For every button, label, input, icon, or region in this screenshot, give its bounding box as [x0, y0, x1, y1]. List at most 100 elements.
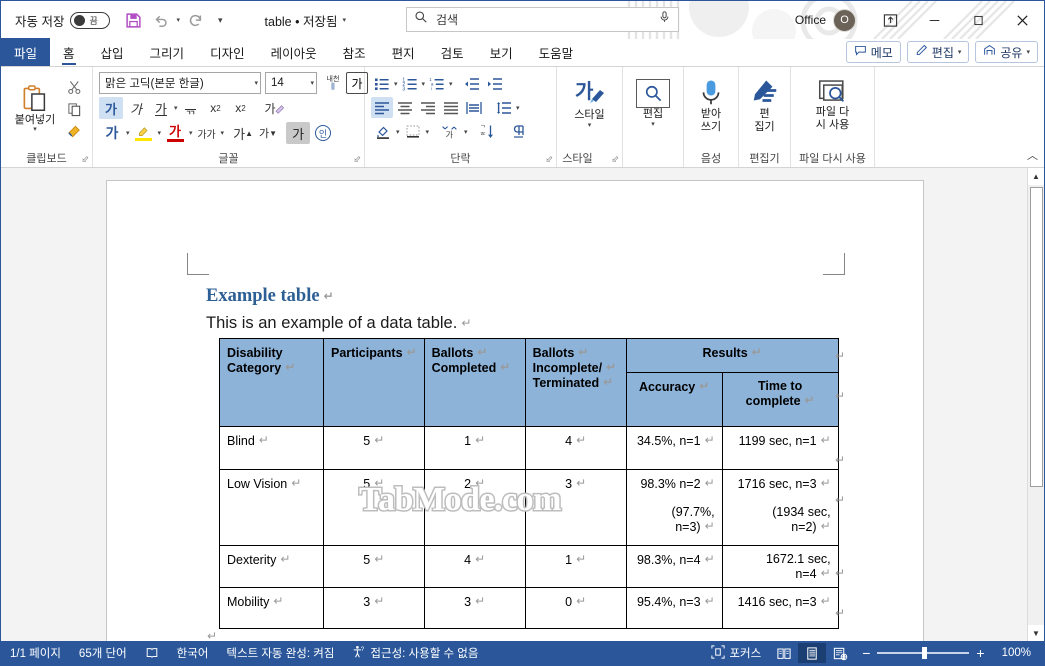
- highlight-chevron-down-icon[interactable]: ▾: [158, 129, 162, 137]
- page-indicator[interactable]: 1/1 페이지: [1, 645, 70, 661]
- styles-dialog-launcher-icon[interactable]: ⬃: [611, 154, 619, 165]
- table-row[interactable]: Low Vision ↵ 5 ↵ 2 ↵ 3 ↵ 98.3% n=2 ↵ (97.7%, …: [219, 469, 839, 546]
- font-size-combo[interactable]: 14 ▾: [265, 72, 317, 94]
- focus-mode-button[interactable]: 포커스: [702, 644, 770, 662]
- scroll-up-arrow-icon[interactable]: ▲: [1028, 168, 1044, 185]
- font-size-chevron-down-icon[interactable]: ▾: [310, 79, 314, 87]
- zoom-knob[interactable]: [922, 647, 928, 659]
- editing-chevron-down-icon[interactable]: ▾: [958, 48, 962, 56]
- paste-button[interactable]: 붙여넣기 ▾: [8, 81, 62, 135]
- copy-icon[interactable]: [63, 99, 85, 119]
- web-layout-icon[interactable]: [826, 643, 854, 663]
- tab-design[interactable]: 디자인: [197, 38, 258, 66]
- table-row[interactable]: Blind ↵ 5 ↵ 1 ↵ 4 ↵ 34.5%, n=1 ↵ 1199 sec, n=…: [219, 426, 839, 470]
- autosave-toggle[interactable]: 끔: [70, 11, 111, 29]
- tab-references[interactable]: 참조: [330, 38, 379, 66]
- word-count[interactable]: 65개 단어: [70, 645, 136, 661]
- save-icon[interactable]: [120, 7, 146, 33]
- bullets-chevron-down-icon[interactable]: ▾: [394, 80, 398, 88]
- tab-view[interactable]: 보기: [477, 38, 526, 66]
- zoom-slider[interactable]: − +: [854, 645, 992, 661]
- asian-layout-icon[interactable]: 가: [437, 121, 463, 142]
- multilevel-list-icon[interactable]: 1ai: [426, 73, 448, 94]
- data-table[interactable]: Disability Category ↵ Participants ↵ Ballo…: [219, 338, 839, 629]
- tab-help[interactable]: 도움말: [526, 38, 587, 66]
- proofing-icon[interactable]: [136, 646, 168, 660]
- align-right-icon[interactable]: [417, 97, 439, 118]
- tab-insert[interactable]: 삽입: [88, 38, 137, 66]
- avatar[interactable]: O: [833, 8, 856, 32]
- scroll-down-arrow-icon[interactable]: ▼: [1028, 625, 1044, 641]
- superscript-button[interactable]: x2: [229, 97, 253, 119]
- multilevel-chevron-down-icon[interactable]: ▾: [449, 80, 453, 88]
- enclose-character-button[interactable]: 인: [311, 122, 335, 144]
- numbering-chevron-down-icon[interactable]: ▾: [422, 80, 426, 88]
- tab-home[interactable]: 홈: [50, 38, 88, 66]
- decrease-indent-icon[interactable]: [461, 73, 483, 94]
- font-color-button[interactable]: 가: [162, 122, 188, 144]
- zoom-track[interactable]: [877, 647, 970, 659]
- table-row[interactable]: Mobility ↵ 3 ↵ 3 ↵ 0 ↵ 95.4%, n=3 ↵ 1416 sec,…: [219, 587, 839, 629]
- zoom-level[interactable]: 100%: [993, 647, 1040, 659]
- close-icon[interactable]: [1000, 1, 1044, 39]
- tab-layout[interactable]: 레이아웃: [258, 38, 330, 66]
- subscript-button[interactable]: x2: [204, 97, 228, 119]
- text-effects-chevron-down-icon[interactable]: ▾: [126, 129, 130, 137]
- underline-chevron-down-icon[interactable]: ▾: [174, 104, 178, 112]
- undo-icon[interactable]: [148, 7, 174, 33]
- zoom-out-button[interactable]: −: [862, 645, 870, 661]
- share-chevron-down-icon[interactable]: ▾: [1026, 48, 1030, 56]
- styles-chevron-down-icon[interactable]: ▾: [588, 122, 592, 130]
- collapse-ribbon-chevron-up-icon[interactable]: ︿: [1027, 147, 1038, 163]
- character-shading-chevron-down-icon[interactable]: ▾: [221, 129, 225, 137]
- zoom-in-button[interactable]: +: [976, 645, 984, 661]
- tab-review[interactable]: 검토: [428, 38, 477, 66]
- redo-icon[interactable]: [182, 7, 208, 33]
- font-name-combo[interactable]: 맑은 고딕(본문 한글) ▾: [99, 72, 261, 94]
- search-input[interactable]: 검색: [406, 7, 679, 32]
- comments-button[interactable]: 메모: [845, 41, 901, 63]
- highlight-button[interactable]: [131, 122, 157, 144]
- share-button[interactable]: 공유 ▾: [975, 41, 1038, 63]
- increase-indent-icon[interactable]: [484, 73, 506, 94]
- document-title-chevron-down-icon[interactable]: ▾: [342, 16, 346, 24]
- language-indicator[interactable]: 한국어: [168, 645, 218, 661]
- shrink-font-button[interactable]: 가 ▼: [256, 122, 280, 144]
- table-row[interactable]: Dexterity ↵ 5 ↵ 4 ↵ 1 ↵ 98.3%, n=4 ↵ 1672.1 s…: [219, 545, 839, 588]
- document-title[interactable]: table • 저장됨 ▾: [265, 11, 346, 30]
- align-left-icon[interactable]: [371, 97, 393, 118]
- bullet-list-icon[interactable]: [371, 73, 393, 94]
- change-case-button[interactable]: 가: [286, 122, 311, 144]
- line-spacing-chevron-down-icon[interactable]: ▾: [516, 104, 520, 112]
- minimize-icon[interactable]: [912, 1, 956, 39]
- phonetic-guide-button[interactable]: 내천 ⫼: [321, 72, 345, 94]
- document-page[interactable]: Example table ↵ This is an example of a d…: [106, 180, 924, 641]
- borders-icon[interactable]: [401, 121, 425, 142]
- justify-icon[interactable]: [440, 97, 462, 118]
- font-name-chevron-down-icon[interactable]: ▾: [254, 79, 258, 87]
- font-color-chevron-down-icon[interactable]: ▾: [189, 129, 193, 137]
- editing-group-chevron-down-icon[interactable]: ▾: [651, 121, 655, 129]
- ribbon-display-options-icon[interactable]: [868, 1, 912, 39]
- editing-button[interactable]: 편집 ▾: [626, 76, 680, 129]
- sort-icon[interactable]: ᄀᄒ: [475, 121, 499, 142]
- tab-draw[interactable]: 그리기: [137, 38, 198, 66]
- clipboard-dialog-launcher-icon[interactable]: ⬃: [81, 154, 89, 165]
- dictate-button[interactable]: 받아 쓰기: [684, 75, 738, 133]
- undo-chevron-down-icon[interactable]: ▾: [176, 16, 180, 24]
- borders-chevron-down-icon[interactable]: ▾: [426, 128, 430, 136]
- bold-button[interactable]: 가: [99, 97, 123, 119]
- show-formatting-marks-icon[interactable]: [506, 121, 530, 142]
- scrollbar-thumb[interactable]: [1030, 187, 1043, 487]
- italic-button[interactable]: 가: [124, 97, 148, 119]
- tab-file[interactable]: 파일: [1, 38, 51, 66]
- editing-mode-button[interactable]: 편집 ▾: [906, 41, 970, 63]
- format-painter-icon[interactable]: [63, 121, 85, 141]
- print-layout-icon[interactable]: [798, 643, 827, 663]
- paste-chevron-down-icon[interactable]: ▾: [33, 126, 37, 134]
- editor-button[interactable]: 편 집기: [738, 75, 792, 133]
- autocomplete-indicator[interactable]: 텍스트 자동 완성: 켜짐: [217, 645, 343, 661]
- tab-mailings[interactable]: 편지: [379, 38, 428, 66]
- vertical-scrollbar[interactable]: ▲ ▼: [1027, 168, 1044, 641]
- font-dialog-launcher-icon[interactable]: ⬃: [353, 154, 361, 165]
